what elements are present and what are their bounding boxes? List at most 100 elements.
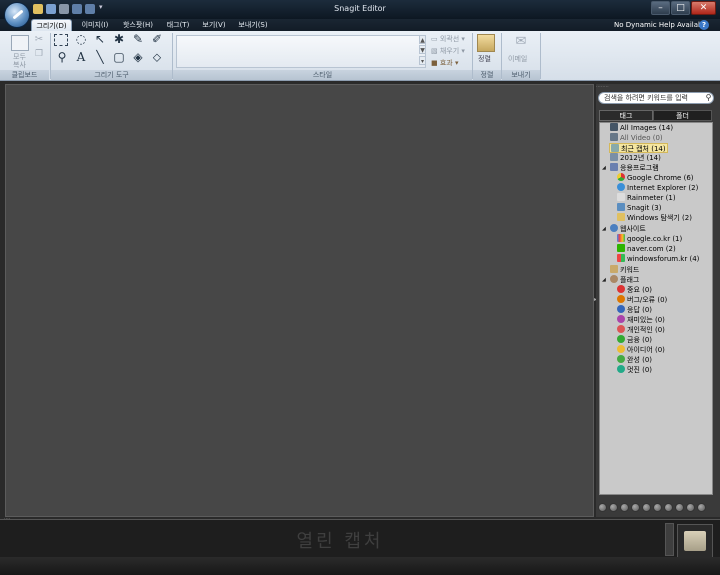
search-icon[interactable]: ⚲ <box>704 93 713 102</box>
rainmeter-icon <box>617 193 625 201</box>
tree-item-flag[interactable]: 완성 (0) <box>617 355 652 365</box>
collapse-icon[interactable]: ◢ <box>602 163 606 173</box>
styles-gallery[interactable] <box>176 35 426 68</box>
pen-tool-icon[interactable]: ✎ <box>130 32 146 46</box>
tree-item-flag[interactable]: 개인적인 (0) <box>617 325 665 335</box>
highlighter-tool-icon[interactable]: ✐ <box>149 32 165 46</box>
filter-button-icon[interactable] <box>686 503 695 512</box>
panel-tab-folders[interactable]: 폴더 <box>653 110 712 121</box>
app-menu-button[interactable] <box>4 2 30 28</box>
fill-tool-icon[interactable]: ◈ <box>130 50 146 64</box>
tree-item-all-images[interactable]: All Images (14) <box>610 123 673 133</box>
tree-item-site[interactable]: windowsforum.kr (4) <box>617 254 699 264</box>
flag-icon <box>610 275 618 283</box>
tab-image[interactable]: 이미지(I) <box>78 19 112 31</box>
tree-item-flag[interactable]: 재미있는 (0) <box>617 315 665 325</box>
effects-label[interactable]: ■ 효과 ▾ <box>431 58 458 68</box>
search-input[interactable]: 검색을 하려면 키워드를 입력 <box>598 92 714 104</box>
panel-tab-tags[interactable]: 태그 <box>599 110 653 121</box>
filter-button-icon[interactable] <box>620 503 629 512</box>
panel-grip[interactable]: ········ <box>596 84 720 90</box>
tree-item-flag[interactable]: 응답 (0) <box>617 305 652 315</box>
explorer-icon <box>617 213 625 221</box>
tree-item-flag[interactable]: 멋진 (0) <box>617 365 652 375</box>
shape-tool-icon[interactable]: ▢ <box>111 50 127 64</box>
tree-item-year[interactable]: 2012년 (14) <box>610 153 661 163</box>
help-icon[interactable]: ? <box>699 20 709 30</box>
tree-item-app[interactable]: Google Chrome (6) <box>617 173 694 183</box>
tab-view[interactable]: 보기(V) <box>200 19 228 31</box>
tree-item-flag[interactable]: 아이디어 (0) <box>617 345 665 355</box>
panel-filter-buttons <box>598 503 714 513</box>
tree-item-flag[interactable]: 금융 (0) <box>617 335 652 345</box>
tree-item-app[interactable]: Rainmeter (1) <box>617 193 676 203</box>
save-icon[interactable] <box>46 4 56 14</box>
tree-item-site[interactable]: google.co.kr (1) <box>617 234 682 244</box>
tab-send[interactable]: 보내기(S) <box>234 19 272 31</box>
effects-icon: ■ <box>431 59 440 67</box>
filter-button-icon[interactable] <box>675 503 684 512</box>
tree-item-app[interactable]: Internet Explorer (2) <box>617 183 698 193</box>
gallery-more-icon[interactable]: ▾ <box>419 56 426 65</box>
zoom-tool-icon[interactable]: ⚲ <box>54 50 70 64</box>
tree-item-apps[interactable]: 응용프로그램 <box>610 163 659 173</box>
filter-button-icon[interactable] <box>609 503 618 512</box>
eraser-tool-icon[interactable]: ⬦ <box>149 50 165 64</box>
cut-icon[interactable]: ✂ <box>31 33 47 47</box>
tree-item-flag[interactable]: 중요 (0) <box>617 285 652 295</box>
callout-tool-icon[interactable]: ◌ <box>73 32 89 46</box>
maximize-button[interactable]: □ <box>671 1 690 15</box>
dynamic-help-text: No Dynamic Help Available <box>614 21 709 29</box>
tree-item-app[interactable]: Snagit (3) <box>617 203 661 213</box>
email-icon[interactable]: ✉ <box>512 35 530 49</box>
tree-item-recent[interactable]: 최근 캡처 (14) <box>609 143 668 153</box>
close-button[interactable]: ✕ <box>691 1 716 15</box>
select-all-icon[interactable] <box>11 35 29 51</box>
undo-icon[interactable] <box>72 4 82 14</box>
tray-grip[interactable]: ···· <box>4 517 16 522</box>
collapse-icon[interactable]: ◢ <box>602 275 606 285</box>
print-icon[interactable] <box>59 4 69 14</box>
editor-canvas[interactable] <box>5 84 594 517</box>
tab-tags[interactable]: 태그(T) <box>164 19 192 31</box>
fill-label[interactable]: ▧ 채우기 ▾ <box>431 46 465 56</box>
windowsforum-icon <box>617 254 625 262</box>
tray-scrollbar[interactable] <box>665 523 674 556</box>
filter-button-icon[interactable] <box>631 503 640 512</box>
arrange-button-label[interactable]: 정렬 <box>478 54 491 64</box>
tree-item-site[interactable]: naver.com (2) <box>617 244 676 254</box>
tree-item-websites[interactable]: 웹사이트 <box>610 224 646 234</box>
arrange-icon[interactable] <box>477 34 495 52</box>
quick-access-dropdown-icon[interactable]: ▾ <box>99 3 103 11</box>
tree-item-keywords[interactable]: 키워드 <box>610 265 639 275</box>
idea-icon <box>617 345 625 353</box>
filter-button-icon[interactable] <box>653 503 662 512</box>
minimize-button[interactable]: – <box>651 1 670 15</box>
tree-item-flags[interactable]: 플래그 <box>610 275 639 285</box>
outline-label[interactable]: ▭ 외곽선 ▾ <box>431 34 465 44</box>
filter-button-icon[interactable] <box>664 503 673 512</box>
text-tool-icon[interactable]: A <box>73 50 89 64</box>
email-button-label[interactable]: 이메일 <box>508 54 527 64</box>
gallery-down-icon[interactable]: ▼ <box>419 45 426 54</box>
redo-icon[interactable] <box>85 4 95 14</box>
tab-draw[interactable]: 그리기(D) <box>31 19 72 31</box>
line-tool-icon[interactable]: ╲ <box>92 50 108 64</box>
open-icon[interactable] <box>33 4 43 14</box>
tree-item-all-video[interactable]: All Video (0) <box>610 133 663 143</box>
stamp-tool-icon[interactable]: ✱ <box>111 32 127 46</box>
filter-button-icon[interactable] <box>697 503 706 512</box>
filter-button-icon[interactable] <box>598 503 607 512</box>
collapse-icon[interactable]: ◢ <box>602 224 606 234</box>
filter-button-icon[interactable] <box>642 503 651 512</box>
gallery-up-icon[interactable]: ▲ <box>419 35 426 44</box>
arrow-tool-icon[interactable]: ↖ <box>92 32 108 46</box>
tray-empty-text: 열린 캡처 <box>296 531 384 552</box>
copy-icon[interactable]: ❐ <box>31 47 47 61</box>
tree-item-app[interactable]: Windows 탐색기 (2) <box>617 213 692 223</box>
recent-icon <box>611 144 619 152</box>
video-icon <box>610 133 618 141</box>
selection-tool-icon[interactable] <box>54 34 68 46</box>
tab-hotspot[interactable]: 핫스팟(H) <box>120 19 156 31</box>
tree-item-flag[interactable]: 버그/오류 (0) <box>617 295 667 305</box>
